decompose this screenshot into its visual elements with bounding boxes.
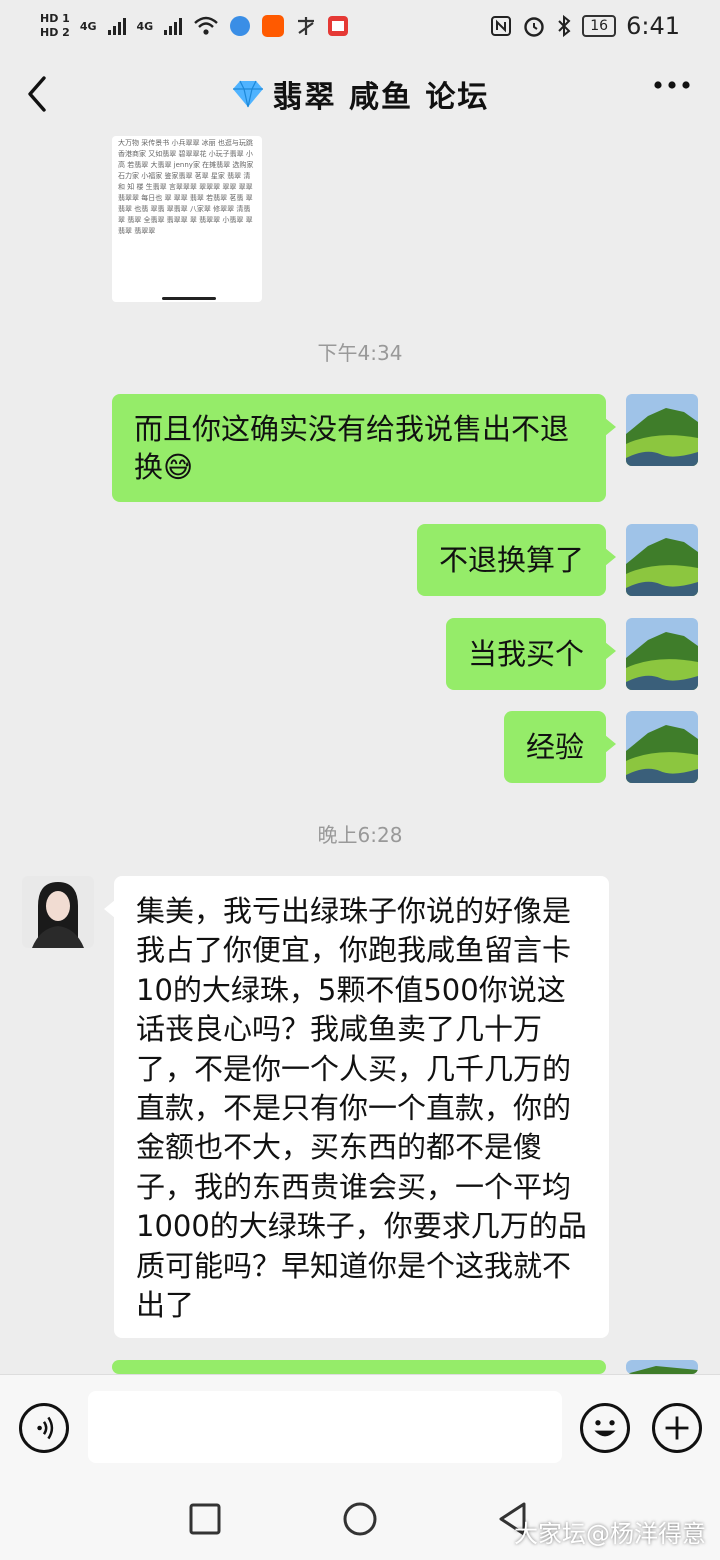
message-bubble-sent[interactable]: 经验: [503, 711, 617, 783]
chevron-left-icon[interactable]: [18, 72, 58, 116]
message-bubble-sent[interactable]: 而且你这确实没有给我说售出不退换😅: [112, 394, 616, 502]
emoji-icon[interactable]: [580, 1403, 630, 1453]
avatar-self[interactable]: [626, 524, 698, 596]
avatar-contact[interactable]: [22, 876, 94, 948]
status-left: HD 1 HD 2 4G 4G: [40, 12, 349, 40]
message-bubble-received[interactable]: 集美，我亏出绿珠子你说的好像是我占了你便宜，你跑我咸鱼留言卡10的大绿珠，5颗不…: [104, 876, 609, 1338]
plus-icon[interactable]: [652, 1403, 702, 1453]
more-icon[interactable]: [654, 80, 690, 90]
timestamp: 晚上6:28: [317, 823, 403, 847]
taobao-icon: [262, 15, 285, 37]
clock: 6:41: [626, 12, 680, 40]
chat-header: 翡翠 咸鱼 论坛: [0, 52, 720, 136]
status-right: 16 6:41: [490, 12, 680, 40]
image-message[interactable]: 大万物 采传景书 小兵翠翠 冰丽 也逛与玩跳 香港商家 又如翡翠 碧翠翠花 小玩…: [112, 136, 262, 302]
nfc-icon: [491, 16, 512, 36]
hd-indicator: HD 1 HD 2: [40, 12, 70, 40]
message-bubble-sent[interactable]: 不退换算了: [416, 524, 617, 596]
voice-icon[interactable]: [19, 1403, 69, 1453]
message-row-sent: 当我买个: [445, 618, 698, 690]
signal2-label: 4G: [136, 19, 154, 33]
message-input[interactable]: [88, 1391, 562, 1463]
input-bar: [0, 1374, 720, 1480]
status-bar: HD 1 HD 2 4G 4G 16 6:41: [0, 0, 720, 52]
message-row-sent: 经验: [503, 711, 698, 783]
signal1-label: 4G: [79, 19, 97, 33]
wifi-icon: [194, 16, 219, 35]
alipay-icon: [298, 17, 315, 35]
hd2-label: HD 2: [40, 26, 70, 39]
message-row-sent: 不退换算了: [416, 524, 698, 596]
battery-level: 16: [582, 15, 617, 37]
timestamp: 下午4:34: [317, 341, 403, 365]
book-icon: [328, 16, 349, 36]
bluetooth-icon: [558, 14, 571, 38]
home-icon[interactable]: [342, 1501, 378, 1537]
chat-title: 翡翠 咸鱼 论坛: [231, 72, 490, 116]
diamond-icon: [232, 80, 263, 108]
signal-bars-icon: [107, 18, 126, 35]
signal-bars-icon-2: [164, 18, 183, 35]
message-bubble-sent-partial[interactable]: [112, 1360, 616, 1402]
hd1-label: HD 1: [40, 12, 70, 25]
recent-apps-icon[interactable]: [188, 1502, 222, 1536]
avatar-self[interactable]: [626, 394, 698, 466]
chat-title-text: 翡翠 咸鱼 论坛: [272, 80, 490, 115]
message-bubble-sent[interactable]: 当我买个: [445, 618, 617, 690]
watermark: 大家坛@杨洋得意: [514, 1520, 706, 1548]
avatar-self[interactable]: [626, 711, 698, 783]
app-notification-icon: [230, 16, 251, 36]
message-row-sent-partial: [112, 1360, 698, 1402]
message-row-sent: 而且你这确实没有给我说售出不退换😅: [112, 394, 698, 502]
image-message-text: 大万物 采传景书 小兵翠翠 冰丽 也逛与玩跳 香港商家 又如翡翠 碧翠翠花 小玩…: [118, 139, 254, 235]
avatar-self[interactable]: [626, 618, 698, 690]
avatar-self[interactable]: [626, 1360, 698, 1374]
image-home-indicator: [162, 297, 216, 300]
message-row-received: 集美，我亏出绿珠子你说的好像是我占了你便宜，你跑我咸鱼留言卡10的大绿珠，5颗不…: [22, 876, 609, 1338]
alarm-icon: [524, 17, 544, 37]
